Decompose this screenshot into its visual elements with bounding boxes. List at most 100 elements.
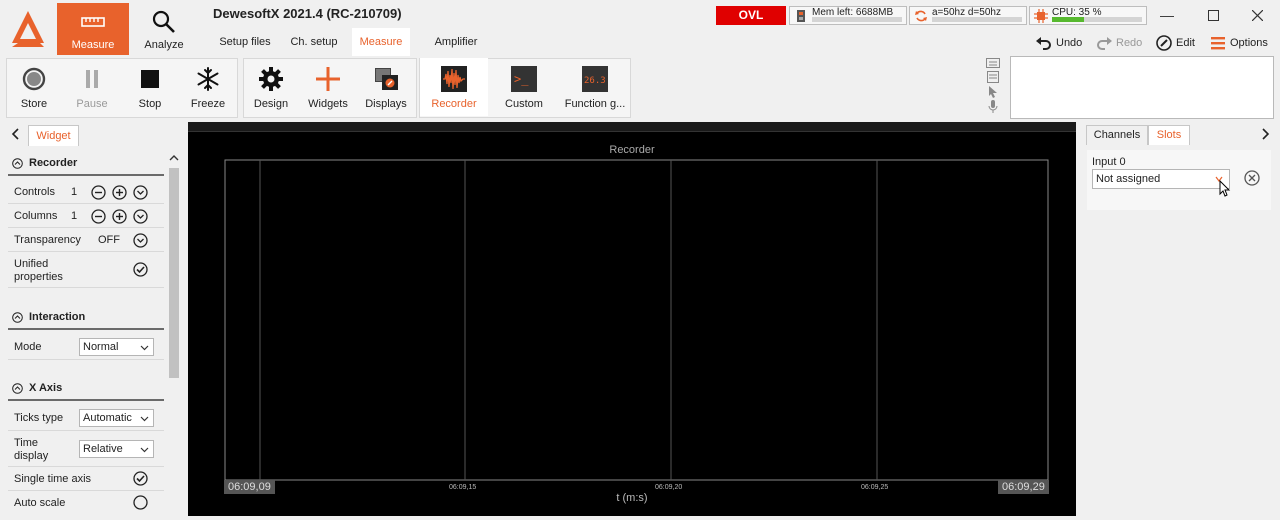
memory-icon xyxy=(797,10,805,22)
section-interaction[interactable]: Interaction xyxy=(8,306,164,330)
recorder-display[interactable]: Recorder 06:09,09 06:09,15 06:09,20 06:0… xyxy=(188,122,1076,516)
single-time-axis-label: Single time axis xyxy=(14,473,92,485)
remove-circle-icon[interactable] xyxy=(1244,170,1260,186)
ticks-type-select[interactable]: Automatic xyxy=(79,409,154,427)
slot-channel-select[interactable]: Not assigned xyxy=(1092,169,1230,189)
notes-icon[interactable] xyxy=(987,71,999,83)
cpu-bar-fill xyxy=(1052,17,1084,22)
edit-icon xyxy=(1156,35,1172,51)
redo-button[interactable]: Redo xyxy=(1096,34,1142,52)
tick-label: 06:09,20 xyxy=(655,484,683,491)
scrollbar-thumb[interactable] xyxy=(169,168,179,378)
minimize-icon[interactable]: — xyxy=(1152,4,1182,26)
widgets-button[interactable]: Widgets xyxy=(300,58,356,116)
mode-measure-button[interactable]: Measure xyxy=(57,3,129,55)
digital-meter-icon: 26.3 xyxy=(582,66,608,92)
section-x-axis-title: X Axis xyxy=(29,382,63,394)
microphone-icon[interactable] xyxy=(988,100,998,113)
store-label: Store xyxy=(20,98,48,110)
mode-select[interactable]: Normal xyxy=(79,338,154,356)
check-circle-icon[interactable] xyxy=(133,471,148,486)
undo-button[interactable]: Undo xyxy=(1036,34,1082,52)
row-auto-scale: Auto scale xyxy=(8,491,164,515)
pause-button[interactable]: Pause xyxy=(64,58,120,116)
row-unified-properties: Unified properties xyxy=(8,252,164,288)
stop-button[interactable]: Stop xyxy=(122,58,178,116)
mode-label: Mode xyxy=(14,341,42,353)
cursor-icon[interactable] xyxy=(988,85,998,98)
columns-value: 1 xyxy=(71,210,78,222)
chevron-right-icon[interactable] xyxy=(1260,128,1270,140)
mode-measure-label: Measure xyxy=(71,39,115,51)
plus-icon xyxy=(316,67,340,91)
auto-scale-label: Auto scale xyxy=(14,497,66,509)
collapse-section-icon xyxy=(12,382,23,394)
tab-widget[interactable]: Widget xyxy=(28,125,79,146)
recorder-button[interactable]: Recorder xyxy=(420,58,488,116)
chevron-down-circle-icon[interactable] xyxy=(133,233,148,248)
freeze-button[interactable]: Freeze xyxy=(180,58,236,116)
section-x-axis[interactable]: X Axis xyxy=(8,377,164,401)
ovl-indicator[interactable]: OVL xyxy=(716,6,786,25)
function-label: Function g... xyxy=(564,98,626,110)
transparency-value: OFF xyxy=(98,234,120,246)
time-display-select[interactable]: Relative xyxy=(79,440,154,458)
transparency-label: Transparency xyxy=(14,234,81,246)
recorder-label: Recorder xyxy=(431,98,477,110)
svg-text:>_: >_ xyxy=(514,72,529,86)
record-icon xyxy=(22,67,46,91)
chevron-up-icon[interactable] xyxy=(169,154,179,162)
ruler-icon xyxy=(81,17,105,27)
redo-icon xyxy=(1097,37,1112,50)
tab-measure[interactable]: Measure xyxy=(352,28,410,56)
tab-amplifier[interactable]: Amplifier xyxy=(428,28,484,56)
design-button[interactable]: Design xyxy=(244,58,298,116)
collapse-section-icon xyxy=(12,157,23,169)
time-display-label-line-1: Time xyxy=(14,437,39,449)
sync-icon xyxy=(915,10,927,22)
close-icon[interactable] xyxy=(1242,4,1272,26)
check-circle-icon[interactable] xyxy=(133,262,148,277)
memory-bar xyxy=(812,17,902,22)
mode-analyze-button[interactable]: Analyze xyxy=(129,3,199,55)
row-time-display: Time display Relative xyxy=(8,431,164,467)
unified-label-line-1: Unified xyxy=(14,258,49,270)
redo-label: Redo xyxy=(1116,37,1143,49)
plot-frame xyxy=(224,159,1049,481)
custom-button[interactable]: >_ Custom xyxy=(492,58,556,116)
tab-channels[interactable]: Channels xyxy=(1086,125,1148,145)
collapse-left-icon[interactable] xyxy=(11,128,21,140)
edit-button[interactable]: Edit xyxy=(1156,34,1195,52)
tab-ch-setup[interactable]: Ch. setup xyxy=(284,28,344,56)
sync-status: a=50hz d=50hz xyxy=(909,6,1027,25)
chevron-down-circle-icon[interactable] xyxy=(133,185,148,200)
message-area[interactable] xyxy=(1010,56,1274,119)
minus-circle-icon[interactable] xyxy=(91,209,106,224)
minus-circle-icon[interactable] xyxy=(91,185,106,200)
dewesoft-logo xyxy=(0,0,56,57)
maximize-icon[interactable] xyxy=(1198,4,1228,26)
section-recorder-title: Recorder xyxy=(29,157,78,169)
options-button[interactable]: Options xyxy=(1210,34,1268,52)
tick-label: 06:09,15 xyxy=(449,484,477,491)
tab-setup-files[interactable]: Setup files xyxy=(212,28,278,56)
plus-circle-icon[interactable] xyxy=(112,209,127,224)
store-button[interactable]: Store xyxy=(6,58,62,116)
tool-selector-strip xyxy=(978,56,1006,116)
plus-circle-icon[interactable] xyxy=(112,185,127,200)
section-recorder[interactable]: Recorder xyxy=(8,152,164,176)
columns-label: Columns xyxy=(14,210,58,222)
svg-text:26.3: 26.3 xyxy=(584,76,606,86)
displays-button[interactable]: Displays xyxy=(358,58,414,116)
properties-scrollbar[interactable] xyxy=(167,150,181,518)
row-controls: Controls 1 xyxy=(8,180,164,204)
function-generator-button[interactable]: 26.3 Function g... xyxy=(560,58,630,116)
stop-icon xyxy=(141,70,159,88)
empty-circle-icon[interactable] xyxy=(133,495,148,510)
chevron-down-icon xyxy=(140,416,149,422)
stop-label: Stop xyxy=(138,98,162,110)
chevron-down-circle-icon[interactable] xyxy=(133,209,148,224)
keyboard-icon[interactable] xyxy=(986,58,1000,68)
app-title: DewesoftX 2021.4 (RC-210709) xyxy=(213,6,402,21)
tab-slots[interactable]: Slots xyxy=(1148,125,1190,145)
